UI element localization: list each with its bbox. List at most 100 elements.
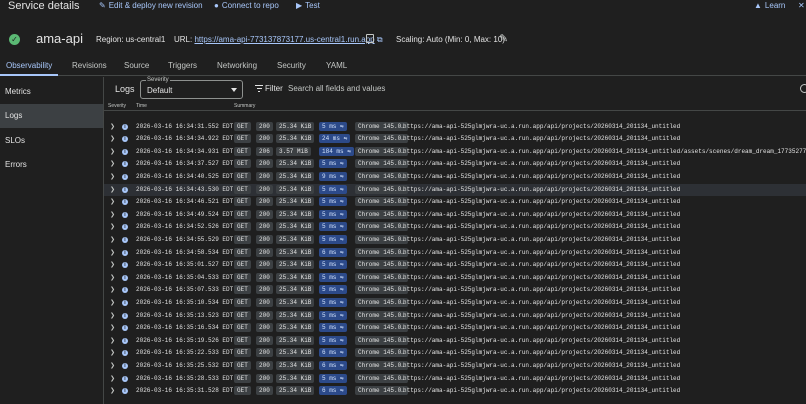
log-row[interactable]: ❯ i 2026-03-16 16:34:31.552 EDT GET 200 25.34… bbox=[104, 121, 806, 134]
chevron-right-icon[interactable]: ❯ bbox=[110, 260, 115, 269]
chevron-right-icon[interactable]: ❯ bbox=[110, 222, 115, 231]
tab-networking[interactable]: Networking bbox=[217, 61, 257, 70]
log-row[interactable]: ❯ i 2026-03-16 16:34:58.534 EDT GET 200 25.34… bbox=[104, 247, 806, 260]
user-agent-chip: Chrome 145.0… bbox=[355, 323, 408, 333]
learn-button[interactable]: ▲ Learn bbox=[754, 1, 785, 11]
log-row[interactable]: ❯ i 2026-03-16 16:35:16.534 EDT GET 200 25.34… bbox=[104, 322, 806, 335]
trace-icon: ⇋ bbox=[340, 311, 344, 319]
http-method-chip: GET bbox=[234, 159, 251, 169]
log-row[interactable]: ❯ i 2026-03-16 16:35:28.533 EDT GET 200 25.34… bbox=[104, 373, 806, 386]
request-url: https://ama-api-525glmjwra-uc.a.run.app/… bbox=[403, 122, 681, 130]
log-row[interactable]: ❯ i 2026-03-16 16:35:22.533 EDT GET 200 25.34… bbox=[104, 347, 806, 360]
sidebar-item-slos[interactable]: SLOs bbox=[0, 129, 103, 153]
info-severity-icon: i bbox=[122, 236, 128, 243]
tab-bar: Observability Revisions Source Triggers … bbox=[0, 59, 806, 76]
tab-observability[interactable]: Observability bbox=[6, 61, 52, 70]
http-method-chip: GET bbox=[234, 247, 251, 257]
chevron-right-icon[interactable]: ❯ bbox=[110, 147, 115, 156]
status-code-chip: 200 bbox=[256, 247, 273, 257]
chevron-right-icon[interactable]: ❯ bbox=[110, 210, 115, 219]
user-agent-chip: Chrome 145.0… bbox=[355, 247, 408, 257]
user-agent-chip: Chrome 145.0… bbox=[355, 386, 408, 396]
copy-icon[interactable] bbox=[366, 34, 374, 43]
log-row[interactable]: ❯ i 2026-03-16 16:34:37.527 EDT GET 200 25.34… bbox=[104, 158, 806, 171]
status-code-chip: 200 bbox=[256, 209, 273, 219]
chevron-right-icon[interactable]: ❯ bbox=[110, 348, 115, 357]
chevron-right-icon[interactable]: ❯ bbox=[110, 235, 115, 244]
tab-triggers[interactable]: Triggers bbox=[168, 61, 197, 70]
log-row[interactable]: ❯ i 2026-03-16 16:35:04.533 EDT GET 200 25.34… bbox=[104, 272, 806, 285]
chevron-right-icon[interactable]: ❯ bbox=[110, 336, 115, 345]
log-row[interactable]: ❯ i 2026-03-16 16:35:13.523 EDT GET 200 25.34… bbox=[104, 310, 806, 323]
external-link-icon: ⧉ bbox=[376, 35, 383, 44]
user-agent-chip: Chrome 145.0… bbox=[355, 260, 408, 270]
log-row[interactable]: ❯ i 2026-03-16 16:35:01.527 EDT GET 200 25.34… bbox=[104, 259, 806, 272]
request-url: https://ama-api-525glmjwra-uc.a.run.app/… bbox=[403, 374, 681, 382]
filter-input[interactable] bbox=[288, 84, 688, 93]
latency-chip: 5 ms ⇋ bbox=[319, 272, 347, 282]
log-row[interactable]: ❯ i 2026-03-16 16:34:43.530 EDT GET 200 25.34… bbox=[104, 183, 806, 197]
chevron-right-icon[interactable]: ❯ bbox=[110, 273, 115, 282]
chevron-right-icon[interactable]: ❯ bbox=[110, 197, 115, 206]
log-row[interactable]: ❯ i 2026-03-16 16:34:52.526 EDT GET 200 25.34… bbox=[104, 221, 806, 234]
play-icon: ▶ bbox=[296, 1, 303, 10]
log-row[interactable]: ❯ i 2026-03-16 16:34:34.922 EDT GET 200 25.34… bbox=[104, 133, 806, 146]
log-row[interactable]: ❯ i 2026-03-16 16:35:25.532 EDT GET 200 25.34… bbox=[104, 360, 806, 373]
tab-revisions[interactable]: Revisions bbox=[72, 61, 107, 70]
log-row[interactable]: ❯ i 2026-03-16 16:34:49.524 EDT GET 200 25.34… bbox=[104, 209, 806, 222]
connect-repo-button[interactable]: ● Connect to repo bbox=[214, 1, 279, 11]
log-timestamp: 2026-03-16 16:35:28.533 EDT bbox=[136, 374, 234, 382]
chevron-right-icon[interactable]: ❯ bbox=[110, 311, 115, 320]
http-method-chip: GET bbox=[234, 171, 251, 181]
edit-deploy-button[interactable]: ✎ Edit & deploy new revision bbox=[99, 1, 203, 11]
sidebar-item-errors[interactable]: Errors bbox=[0, 153, 103, 177]
trace-icon: ⇋ bbox=[340, 160, 344, 168]
log-row[interactable]: ❯ i 2026-03-16 16:35:10.534 EDT GET 200 25.34… bbox=[104, 297, 806, 310]
chevron-right-icon[interactable]: ❯ bbox=[110, 172, 115, 181]
sidebar-item-metrics[interactable]: Metrics bbox=[0, 80, 103, 104]
chevron-right-icon[interactable]: ❯ bbox=[110, 285, 115, 294]
edit-scaling-icon[interactable]: ✎ bbox=[499, 32, 508, 45]
chevron-right-icon[interactable]: ❯ bbox=[110, 159, 115, 168]
log-timestamp: 2026-03-16 16:35:19.526 EDT bbox=[136, 336, 234, 344]
http-method-chip: GET bbox=[234, 222, 251, 232]
latency-chip: 6 ms ⇋ bbox=[319, 386, 347, 396]
tab-security[interactable]: Security bbox=[277, 61, 306, 70]
chevron-right-icon[interactable]: ❯ bbox=[110, 134, 115, 143]
chevron-right-icon[interactable]: ❯ bbox=[110, 386, 115, 395]
chevron-right-icon[interactable]: ❯ bbox=[110, 298, 115, 307]
service-url-link[interactable]: https://ama-api-773137873177.us-central1… bbox=[194, 35, 374, 44]
close-icon[interactable]: ✕ bbox=[798, 1, 805, 11]
chevron-right-icon[interactable]: ❯ bbox=[110, 248, 115, 257]
chevron-right-icon[interactable]: ❯ bbox=[110, 122, 115, 131]
tab-yaml[interactable]: YAML bbox=[326, 61, 347, 70]
chevron-right-icon[interactable]: ❯ bbox=[110, 361, 115, 370]
trace-icon: ⇋ bbox=[340, 210, 344, 218]
log-row[interactable]: ❯ i 2026-03-16 16:35:31.528 EDT GET 200 25.34… bbox=[104, 385, 806, 398]
test-button[interactable]: ▶ Test bbox=[296, 1, 320, 11]
help-icon[interactable] bbox=[800, 84, 806, 93]
user-agent-chip: Chrome 145.0… bbox=[355, 234, 408, 244]
github-icon: ● bbox=[214, 1, 219, 10]
log-row[interactable]: ❯ i 2026-03-16 16:35:19.526 EDT GET 200 25.34… bbox=[104, 335, 806, 348]
sidebar-item-logs[interactable]: Logs bbox=[0, 104, 103, 128]
tab-source[interactable]: Source bbox=[124, 61, 149, 70]
log-row[interactable]: ❯ i 2026-03-16 16:35:07.533 EDT GET 200 25.34… bbox=[104, 284, 806, 297]
chevron-right-icon[interactable]: ❯ bbox=[110, 185, 115, 194]
request-url: https://ama-api-525glmjwra-uc.a.run.app/… bbox=[403, 311, 681, 319]
log-row[interactable]: ❯ i 2026-03-16 16:34:55.529 EDT GET 200 25.34… bbox=[104, 234, 806, 247]
status-code-chip: 200 bbox=[256, 348, 273, 358]
http-method-chip: GET bbox=[234, 260, 251, 270]
scaling-info: Scaling: Auto (Min: 0, Max: 10) bbox=[396, 35, 505, 44]
log-row[interactable]: ❯ i 2026-03-16 16:34:46.521 EDT GET 200 25.34… bbox=[104, 196, 806, 209]
log-row[interactable]: ❯ i 2026-03-16 16:34:34.931 EDT GET 206 3.57 … bbox=[104, 146, 806, 159]
log-row[interactable]: ❯ i 2026-03-16 16:34:40.525 EDT GET 200 25.34… bbox=[104, 171, 806, 184]
log-timestamp: 2026-03-16 16:34:37.527 EDT bbox=[136, 160, 234, 168]
chevron-right-icon[interactable]: ❯ bbox=[110, 374, 115, 383]
chevron-right-icon[interactable]: ❯ bbox=[110, 323, 115, 332]
latency-chip: 5 ms ⇋ bbox=[319, 234, 347, 244]
http-method-chip: GET bbox=[234, 297, 251, 307]
status-code-chip: 200 bbox=[256, 197, 273, 207]
request-url: https://ama-api-525glmjwra-uc.a.run.app/… bbox=[403, 147, 806, 155]
response-size-chip: 25.34 KiB bbox=[276, 297, 315, 307]
